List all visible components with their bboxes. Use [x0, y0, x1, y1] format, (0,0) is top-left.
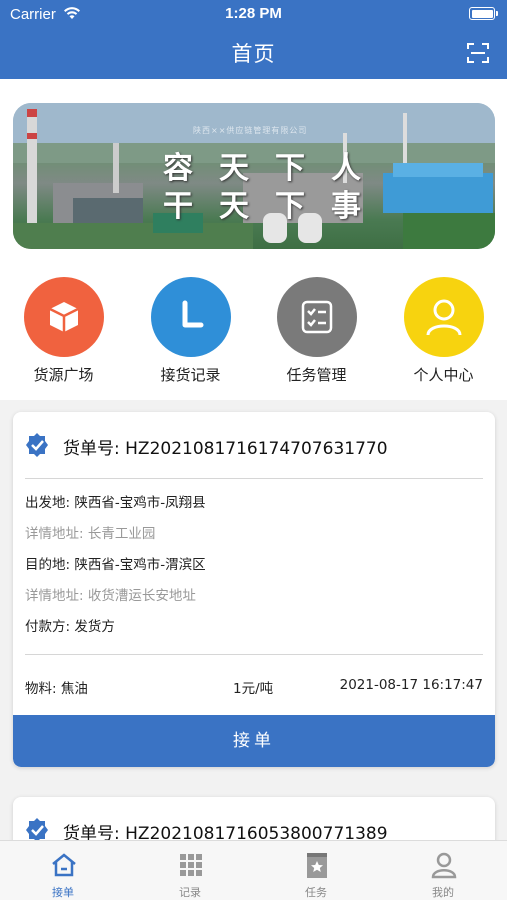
price-text: 1元/吨: [233, 681, 274, 697]
home-icon: [52, 853, 76, 877]
payer-label: 付款方:: [25, 619, 71, 635]
tab-tasks[interactable]: 任务: [253, 841, 379, 900]
quick-action-label: 个人中心: [413, 366, 474, 384]
clock-time: 1:28 PM: [225, 5, 282, 22]
order-card: 货单号: HZ20210817161747076317​70 出发地: 陕西省-…: [13, 412, 495, 767]
quick-action-label: 任务管理: [286, 366, 347, 384]
order-number-label: 货单号:: [63, 439, 120, 459]
destination-detail-value: 收货漕运长安地址: [87, 588, 196, 604]
quick-action-cargo-square[interactable]: 货源广场: [0, 277, 127, 385]
order-footer: 物料: 焦油 1元/吨 2021-08-17 16:17:47: [13, 655, 495, 715]
destination-row: 目的地: 陕西省-宝鸡市-渭滨区: [25, 555, 483, 575]
destination-detail-row: 详情地址: 收货漕运长安地址: [25, 586, 483, 606]
checklist-icon: [276, 277, 357, 357]
tab-label: 我的: [432, 886, 454, 899]
destination-label: 目的地:: [25, 557, 71, 573]
destination-value: 陕西省-宝鸡市-渭滨区: [74, 557, 206, 573]
tab-accept-orders[interactable]: 接单: [0, 841, 126, 900]
clock-icon: [150, 277, 231, 357]
order-datetime: 2021-08-17 16:17:47: [339, 677, 483, 693]
origin-row: 出发地: 陕西省-宝鸡市-凤翔县: [25, 493, 483, 513]
battery-icon: [469, 7, 498, 20]
order-number: 货单号: HZ20210817161747076317​70: [63, 434, 388, 459]
banner-slogan-line2: 干天下事: [163, 189, 387, 224]
tab-bar: 接单 记录 任务 我的: [0, 840, 507, 900]
app-header: Carrier 1:28 PM 首页: [0, 0, 507, 79]
banner-company-name: 陕西××供应链管理有限公司: [193, 126, 308, 135]
origin-detail-value: 长青工业园: [87, 526, 156, 542]
order-number-value: HZ20210817161747076317​70: [125, 439, 388, 459]
payer-row: 付款方: 发货方: [25, 617, 483, 637]
payer-value: 发货方: [74, 619, 115, 635]
order-details: 出发地: 陕西省-宝鸡市-凤翔县 详情地址: 长青工业园 目的地: 陕西省-宝鸡…: [13, 479, 495, 654]
origin-value: 陕西省-宝鸡市-凤翔县: [74, 495, 206, 511]
tab-mine[interactable]: 我的: [380, 841, 506, 900]
quick-action-label: 货源广场: [33, 366, 94, 384]
origin-detail-label: 详情地址:: [25, 526, 84, 542]
bookmark-icon: [307, 853, 327, 878]
accept-order-button[interactable]: 接单: [13, 715, 495, 767]
tab-records[interactable]: 记录: [127, 841, 253, 900]
page-title: 首页: [231, 42, 276, 66]
destination-detail-label: 详情地址:: [25, 588, 84, 604]
origin-label: 出发地:: [25, 495, 71, 511]
verified-badge-icon: [26, 433, 48, 457]
banner-carousel[interactable]: 陕西××供应链管理有限公司 容天下人 干天下事: [13, 103, 495, 249]
order-card-header: 货单号: HZ20210817161747076317​70: [13, 412, 495, 478]
quick-action-label: 接货记录: [160, 366, 221, 384]
tab-label: 任务: [305, 886, 327, 899]
tab-label: 接单: [52, 886, 74, 899]
material-text: 物料: 焦油: [25, 681, 88, 697]
scan-icon[interactable]: [467, 42, 489, 64]
user-icon: [403, 277, 484, 357]
tab-label: 记录: [179, 886, 201, 899]
status-bar: Carrier 1:28 PM: [0, 0, 507, 28]
quick-action-personal-center[interactable]: 个人中心: [380, 277, 507, 385]
grid-icon: [180, 854, 202, 876]
profile-icon: [431, 852, 457, 879]
quick-action-receipt-records[interactable]: 接货记录: [127, 277, 254, 385]
cube-icon: [23, 277, 104, 357]
quick-action-task-management[interactable]: 任务管理: [253, 277, 380, 385]
origin-detail-row: 详情地址: 长青工业园: [25, 524, 483, 544]
